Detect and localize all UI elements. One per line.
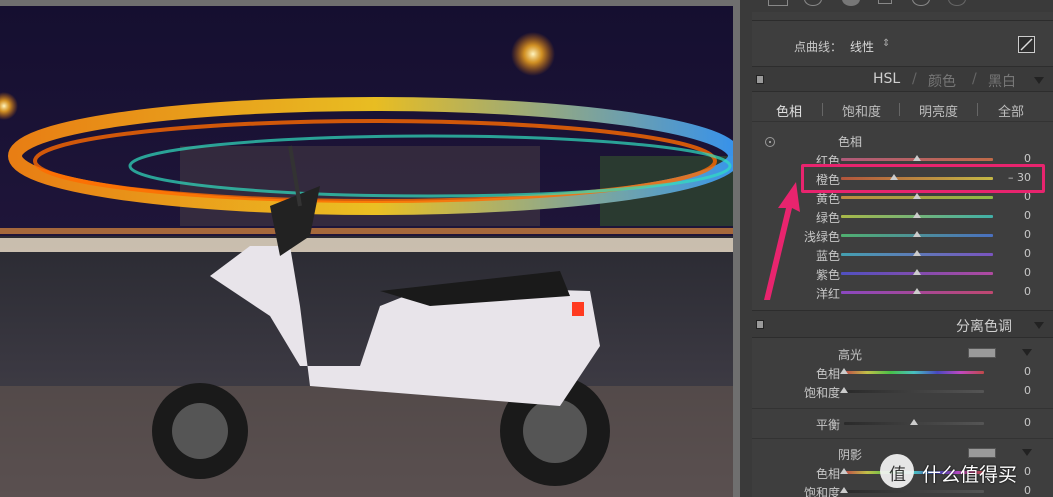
tab-luminance[interactable]: 明亮度 bbox=[919, 101, 958, 120]
slider-label: 平衡 bbox=[815, 418, 840, 432]
slider-thumb[interactable] bbox=[913, 269, 921, 275]
slider-value[interactable]: 0 bbox=[1024, 384, 1031, 397]
slider-label: 饱和度 bbox=[803, 486, 840, 497]
triangle-down-icon[interactable] bbox=[1034, 322, 1044, 329]
slider-value[interactable]: 0 bbox=[1024, 247, 1031, 260]
slider-value[interactable]: 0 bbox=[1024, 266, 1031, 279]
point-curve-select[interactable]: 线性 bbox=[850, 38, 874, 55]
annotation-arrow-icon bbox=[764, 182, 800, 300]
spot-removal-icon[interactable] bbox=[804, 0, 822, 6]
header-separator: / bbox=[912, 71, 917, 87]
slider-label: 紫色 bbox=[815, 268, 840, 282]
watermark: 值 什么值得买 bbox=[880, 452, 1050, 490]
slider-label: 洋红 bbox=[815, 287, 840, 301]
tool-strip bbox=[752, 0, 1053, 12]
panel-toggle-handle[interactable] bbox=[756, 320, 764, 329]
balance-slider-row: 平衡 0 bbox=[752, 414, 1053, 433]
point-curve-label: 点曲线： bbox=[794, 40, 843, 54]
slider-thumb[interactable] bbox=[840, 387, 848, 393]
chevron-updown-icon[interactable]: ⇕ bbox=[882, 38, 890, 49]
shadows-title: 阴影 bbox=[838, 448, 863, 462]
highlights-title: 高光 bbox=[838, 348, 863, 362]
slider-track[interactable] bbox=[844, 490, 984, 493]
slider-track[interactable] bbox=[844, 390, 984, 393]
brush-icon[interactable] bbox=[948, 0, 966, 6]
slider-thumb[interactable] bbox=[913, 212, 921, 218]
slider-value[interactable]: 0 bbox=[1024, 416, 1031, 429]
slider-label: 色相 bbox=[815, 467, 840, 481]
watermark-logo-icon: 值 bbox=[880, 454, 914, 488]
slider-thumb[interactable] bbox=[910, 419, 918, 425]
header-separator: / bbox=[972, 71, 977, 87]
slider-value[interactable]: 0 bbox=[1024, 285, 1031, 298]
panel-toggle-handle[interactable] bbox=[756, 75, 764, 84]
slider-thumb[interactable] bbox=[840, 487, 848, 493]
split-toning-header[interactable]: 分离色调 bbox=[752, 310, 1053, 338]
triangle-down-icon[interactable] bbox=[1034, 77, 1044, 84]
slider-thumb[interactable] bbox=[913, 193, 921, 199]
slider-thumb[interactable] bbox=[913, 288, 921, 294]
hue-section-title: 色相 bbox=[838, 135, 863, 149]
lightroom-develop-screenshot: { "point_curve": {"label": "点曲线：", "valu… bbox=[0, 0, 1053, 497]
slider-label: 色相 bbox=[815, 367, 840, 381]
hsl-subtabs: 色相 饱和度 明亮度 全部 bbox=[752, 94, 1053, 122]
slider-thumb[interactable] bbox=[913, 155, 921, 161]
slider-label: 饱和度 bbox=[803, 386, 840, 400]
triangle-down-icon[interactable] bbox=[1022, 349, 1032, 356]
hsl-tab-label[interactable]: HSL bbox=[873, 71, 900, 87]
red-eye-icon[interactable] bbox=[842, 0, 860, 6]
tab-all[interactable]: 全部 bbox=[998, 101, 1024, 120]
crop-icon[interactable] bbox=[768, 0, 788, 6]
curve-target-icon[interactable] bbox=[1018, 36, 1035, 53]
color-tab-label[interactable]: 颜色 bbox=[928, 71, 956, 91]
slider-thumb[interactable] bbox=[840, 368, 848, 374]
highlight-slider-row: 色相 0 bbox=[752, 363, 1053, 382]
photo-viewer bbox=[0, 0, 740, 497]
slider-label: 浅绿色 bbox=[803, 230, 840, 244]
highlight-slider-row: 饱和度 0 bbox=[752, 382, 1053, 401]
split-toning-title: 分离色调 bbox=[956, 319, 1012, 335]
slider-label: 绿色 bbox=[815, 211, 840, 225]
target-adjust-icon[interactable] bbox=[765, 137, 775, 147]
panel-gutter bbox=[740, 0, 752, 497]
slider-thumb[interactable] bbox=[840, 468, 848, 474]
radial-filter-icon[interactable] bbox=[912, 0, 930, 6]
tab-hue[interactable]: 色相 bbox=[776, 101, 802, 120]
slider-thumb[interactable] bbox=[913, 250, 921, 256]
slider-value[interactable]: 0 bbox=[1024, 365, 1031, 378]
slider-track[interactable] bbox=[844, 371, 984, 374]
bw-tab-label[interactable]: 黑白 bbox=[988, 71, 1016, 91]
slider-thumb[interactable] bbox=[913, 231, 921, 237]
tab-saturation[interactable]: 饱和度 bbox=[842, 101, 881, 120]
slider-label: 蓝色 bbox=[815, 249, 840, 263]
watermark-text: 什么值得买 bbox=[922, 464, 1018, 486]
hsl-header[interactable]: HSL / 颜色 / 黑白 bbox=[752, 66, 1053, 92]
orange-highlight-box bbox=[801, 164, 1045, 193]
scooter-night-photo bbox=[0, 6, 733, 497]
slider-value[interactable]: 0 bbox=[1024, 228, 1031, 241]
graduated-filter-icon[interactable] bbox=[878, 0, 892, 4]
point-curve-row: 点曲线： 线性 ⇕ bbox=[752, 20, 1053, 66]
slider-value[interactable]: 0 bbox=[1024, 209, 1031, 222]
highlight-color-swatch[interactable] bbox=[968, 348, 996, 358]
